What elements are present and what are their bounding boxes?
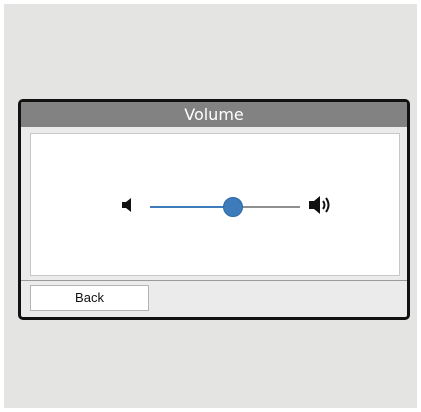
dialog-title: Volume <box>21 102 407 127</box>
slider-track-fill <box>150 206 233 208</box>
volume-panel <box>30 133 400 276</box>
volume-low-icon <box>121 196 133 218</box>
back-button[interactable]: Back <box>30 285 149 311</box>
footer-divider <box>21 280 407 281</box>
volume-high-icon <box>308 193 336 221</box>
volume-slider[interactable] <box>150 195 300 219</box>
volume-dialog: Volume Back <box>18 99 410 320</box>
slider-thumb[interactable] <box>223 197 243 217</box>
